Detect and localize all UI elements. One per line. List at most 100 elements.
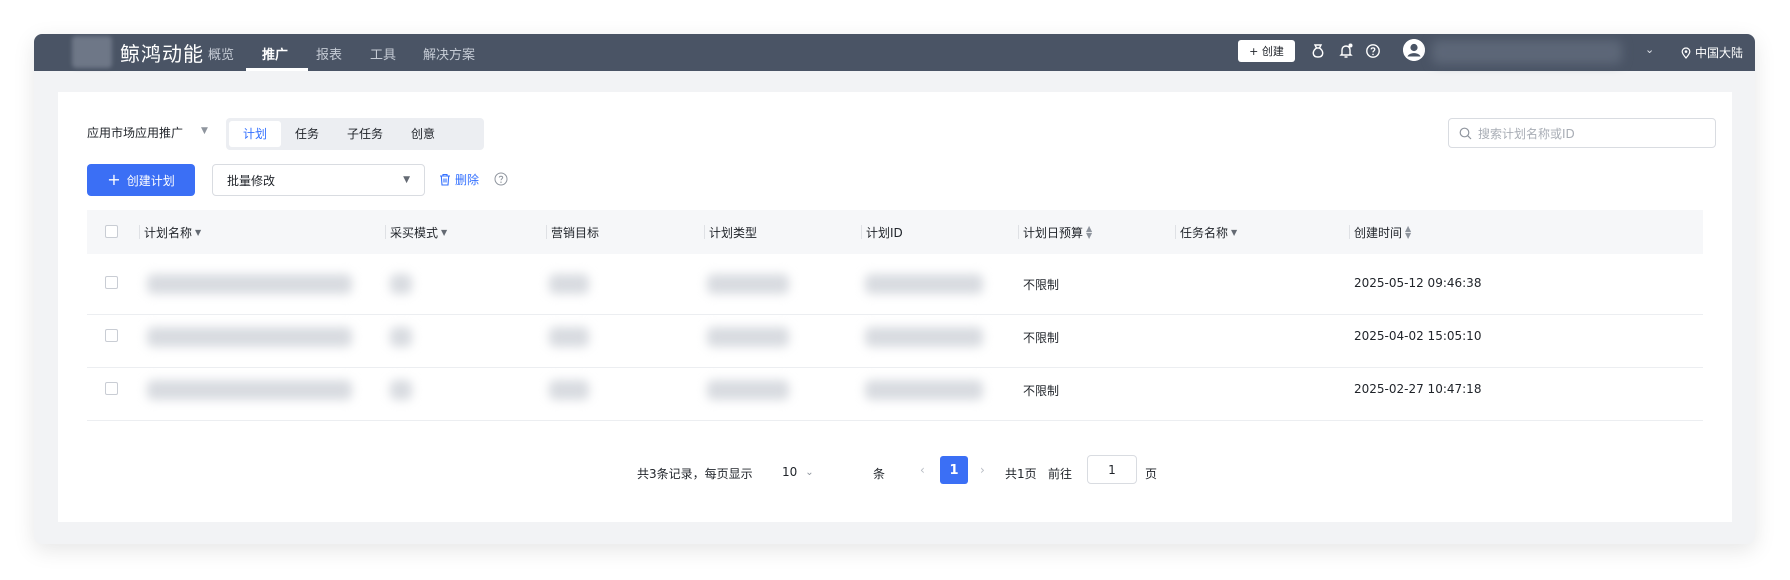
column-divider: [704, 225, 705, 239]
tab-plan[interactable]: 计划: [229, 121, 282, 147]
nav-overview[interactable]: 概览: [208, 44, 234, 63]
redacted-plan-name[interactable]: [147, 380, 352, 400]
region-selector[interactable]: 中国大陆: [1681, 44, 1743, 61]
tab-creative[interactable]: 创意: [397, 121, 449, 147]
column-label: 计划类型: [709, 226, 758, 240]
user-name-redacted[interactable]: [1432, 40, 1622, 64]
redacted-plan-id: [865, 274, 983, 294]
next-page-icon[interactable]: ›: [980, 463, 985, 477]
row-checkbox[interactable]: [105, 382, 118, 395]
page-suffix: 页: [1145, 467, 1158, 481]
column-label: 创建时间: [1354, 226, 1403, 240]
filter-icon[interactable]: ▼: [195, 228, 201, 237]
batch-edit-select[interactable]: 批量修改 ▼: [212, 164, 425, 196]
column-divider: [1175, 225, 1176, 239]
help-icon[interactable]: [1364, 42, 1382, 60]
created-time-cell: 2025-02-27 10:47:18: [1354, 382, 1482, 396]
page-1-button[interactable]: 1: [940, 456, 968, 484]
column-marketing-goal: 营销目标: [546, 224, 600, 241]
filter-icon[interactable]: ▼: [1231, 228, 1237, 237]
sort-icon[interactable]: ▲ ▼: [1405, 225, 1411, 239]
create-plan-label: 创建计划: [126, 173, 175, 188]
column-task-name[interactable]: 任务名称 ▼: [1175, 224, 1237, 241]
search-placeholder: 搜索计划名称或ID: [1478, 126, 1575, 141]
region-label: 中国大陆: [1695, 46, 1744, 60]
goto-page-input[interactable]: 1: [1087, 455, 1137, 484]
redacted-buy-mode: [390, 274, 412, 294]
budget-cell: 不限制: [1023, 331, 1060, 345]
column-divider: [139, 225, 140, 239]
sort-icon[interactable]: ▲ ▼: [1086, 225, 1092, 239]
budget-cell: 不限制: [1023, 384, 1060, 398]
tab-subtask[interactable]: 子任务: [333, 121, 397, 147]
search-icon: [1459, 127, 1472, 139]
pagination-summary: 共3条记录，每页显示: [637, 467, 753, 481]
nav-active-indicator: [246, 68, 308, 71]
nav-solutions[interactable]: 解决方案: [423, 44, 475, 63]
money-bag-icon[interactable]: [1309, 42, 1327, 60]
question-icon[interactable]: [494, 172, 508, 186]
redacted-marketing-goal: [549, 274, 589, 294]
column-plan-type: 计划类型: [704, 224, 758, 241]
column-label: 采买模式: [390, 226, 439, 240]
batch-edit-label: 批量修改: [227, 173, 276, 188]
top-create-button[interactable]: + 创建: [1238, 40, 1295, 62]
column-plan-id: 计划ID: [861, 224, 903, 241]
page-size-select[interactable]: 10 ⌄: [782, 465, 814, 479]
row-checkbox[interactable]: [105, 329, 118, 342]
column-label: 营销目标: [551, 226, 600, 240]
redacted-buy-mode: [390, 327, 412, 347]
redacted-plan-type: [707, 327, 789, 347]
filter-icon[interactable]: ▼: [441, 228, 447, 237]
column-created-time[interactable]: 创建时间 ▲ ▼: [1349, 224, 1411, 241]
prev-page-icon[interactable]: ‹: [920, 463, 925, 477]
column-buy-mode[interactable]: 采买模式 ▼: [385, 224, 447, 241]
avatar[interactable]: [1403, 39, 1425, 61]
column-label: 计划名称: [144, 226, 193, 240]
column-label: 计划日预算: [1023, 226, 1084, 240]
table-row[interactable]: 不限制 2025-05-12 09:46:38: [87, 254, 1703, 315]
caret-down-icon[interactable]: ▼: [201, 126, 208, 136]
search-input[interactable]: 搜索计划名称或ID: [1448, 118, 1716, 148]
column-divider: [546, 225, 547, 239]
nav-reports[interactable]: 报表: [316, 44, 342, 63]
logo-icon: [72, 36, 112, 68]
row-checkbox[interactable]: [105, 276, 118, 289]
bell-icon[interactable]: [1337, 42, 1355, 60]
app-window: 鲸鸿动能 概览 推广 报表 工具 解决方案 + 创建 ⌄ 中国大陆 应用市场应用…: [34, 34, 1755, 544]
column-plan-name[interactable]: 计划名称 ▼: [139, 224, 201, 241]
redacted-plan-id: [865, 380, 983, 400]
column-divider: [861, 225, 862, 239]
column-divider: [1018, 225, 1019, 239]
nav-promotion[interactable]: 推广: [262, 44, 288, 63]
select-all-checkbox[interactable]: [105, 225, 118, 238]
page-size-value: 10: [782, 465, 798, 479]
redacted-plan-name[interactable]: [147, 327, 352, 347]
column-label: 计划ID: [866, 226, 903, 240]
column-divider: [1349, 225, 1350, 239]
page-size-unit: 条: [873, 467, 886, 481]
location-pin-icon: [1681, 46, 1691, 59]
column-label: 任务名称: [1180, 226, 1229, 240]
trash-icon: [440, 173, 450, 186]
table-row[interactable]: 不限制 2025-02-27 10:47:18: [87, 360, 1703, 421]
created-time-cell: 2025-04-02 15:05:10: [1354, 329, 1482, 343]
tab-group: 计划 任务 子任务 创意: [226, 118, 484, 150]
top-nav: 鲸鸿动能 概览 推广 报表 工具 解决方案 + 创建 ⌄ 中国大陆: [34, 34, 1755, 71]
table-row[interactable]: 不限制 2025-04-02 15:05:10: [87, 307, 1703, 368]
redacted-plan-type: [707, 274, 789, 294]
column-divider: [385, 225, 386, 239]
nav-tools[interactable]: 工具: [370, 44, 396, 63]
tab-task[interactable]: 任务: [281, 121, 333, 147]
table-header: 计划名称 ▼ 采买模式 ▼ 营销目标 计划类型 计划ID 计划日预算 ▲ ▼ 任…: [87, 210, 1703, 254]
redacted-plan-name[interactable]: [147, 274, 352, 294]
create-plan-button[interactable]: + 创建计划: [87, 164, 195, 196]
brand-name: 鲸鸿动能: [120, 42, 204, 66]
scene-select[interactable]: 应用市场应用推广: [87, 124, 183, 141]
column-daily-budget[interactable]: 计划日预算 ▲ ▼: [1018, 224, 1092, 241]
chevron-down-icon[interactable]: ⌄: [1645, 43, 1654, 56]
goto-label: 前往: [1048, 467, 1073, 481]
delete-button[interactable]: 删除: [439, 171, 479, 188]
chevron-down-icon: ⌄: [805, 466, 814, 478]
created-time-cell: 2025-05-12 09:46:38: [1354, 276, 1482, 290]
